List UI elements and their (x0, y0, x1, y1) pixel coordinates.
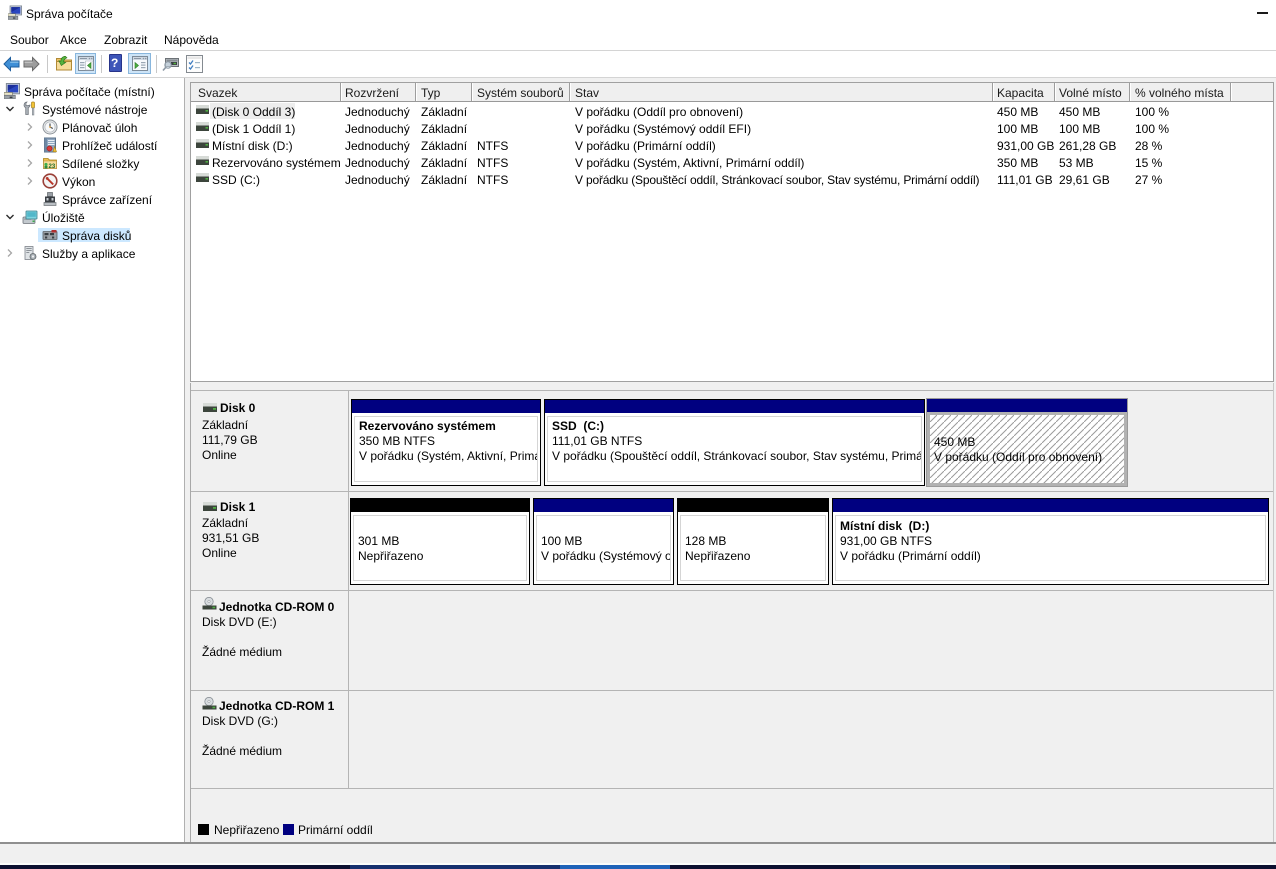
svg-text:23: 23 (49, 164, 56, 170)
